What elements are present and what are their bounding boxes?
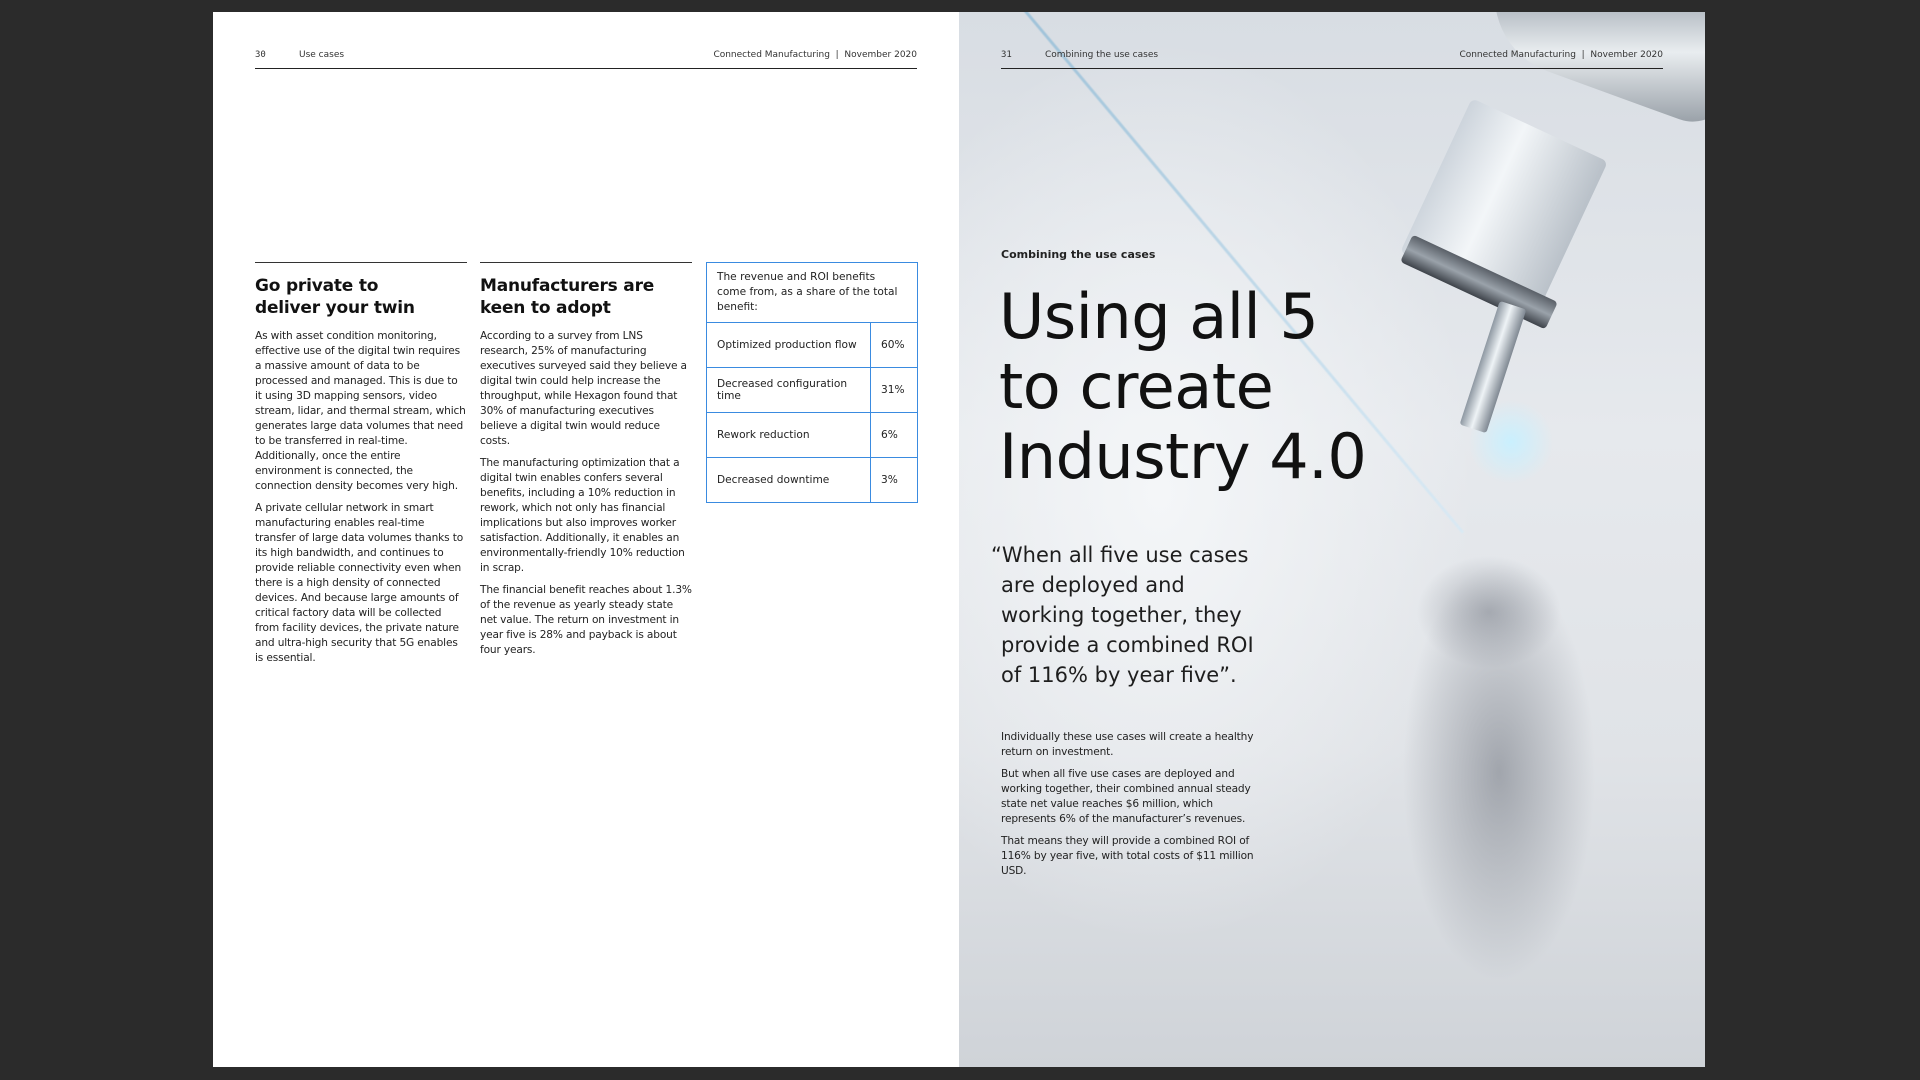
table-caption-row: The revenue and ROI benefits come from, … [706,262,918,323]
table-row: Decreased configuration time 31% [706,367,918,413]
body-text: Individually these use cases will create… [1001,730,1271,886]
table-caption: The revenue and ROI benefits come from, … [706,262,918,323]
row-value: 31% [870,367,918,413]
row-label: Decreased downtime [706,457,871,503]
publication-info: Connected Manufacturing | November 2020 [713,50,917,60]
section-name: Combining the use cases [1045,50,1159,60]
title-line: Industry 4.0 [999,420,1367,493]
table-row: Rework reduction 6% [706,412,918,458]
page-header: 30 Use cases Connected Manufacturing | N… [255,46,917,69]
quote-line: “When all five use cases [991,543,1249,567]
quote-line: provide a combined ROI [1001,633,1254,657]
section-name: Use cases [299,50,345,60]
article-column-private-twin: Go private to deliver your twin As with … [255,262,467,673]
page-number: 30 [255,50,266,60]
machine-nozzle-image [1459,300,1527,434]
section-kicker: Combining the use cases [1001,248,1156,261]
page-title: Using all 5 to create Industry 4.0 [999,280,1367,493]
table-row: Decreased downtime 3% [706,457,918,503]
title-line: to create [999,350,1274,423]
row-label: Optimized production flow [706,322,871,368]
column-heading: Manufacturers are keen to adopt [480,276,655,318]
quote-line: working together, they [1001,603,1242,627]
row-value: 6% [870,412,918,458]
pull-quote: “When all five use cases are deployed an… [991,540,1291,690]
paragraph: The financial benefit reaches about 1.3%… [480,584,692,656]
paragraph: A private cellular network in smart manu… [255,502,464,664]
paragraph: According to a survey from LNS research,… [480,330,687,447]
right-page: 31 Combining the use cases Connected Man… [959,12,1705,1067]
quote-line: are deployed and [1001,573,1185,597]
row-value: 3% [870,457,918,503]
row-value: 60% [870,322,918,368]
paragraph: Individually these use cases will create… [1001,731,1254,758]
publication-info: Connected Manufacturing | November 2020 [1459,50,1663,60]
paragraph: But when all five use cases are deployed… [1001,768,1251,825]
row-label: Rework reduction [706,412,871,458]
paragraph: As with asset condition monitoring, effe… [255,330,466,492]
quote-line: of 116% by year five”. [1001,663,1237,687]
page-number: 31 [1001,50,1012,60]
page-header: 31 Combining the use cases Connected Man… [1001,46,1663,69]
paragraph: That means they will provide a combined … [1001,835,1254,877]
left-page: 30 Use cases Connected Manufacturing | N… [213,12,959,1067]
column-heading: Go private to deliver your twin [255,276,415,318]
article-column-keen-to-adopt: Manufacturers are keen to adopt Accordin… [480,262,692,665]
title-line: Using all 5 [999,280,1319,353]
row-label: Decreased configuration time [706,367,871,413]
paragraph: The manufacturing optimization that a di… [480,457,685,574]
table-row: Optimized production flow 60% [706,322,918,368]
benefit-share-table: The revenue and ROI benefits come from, … [706,262,918,503]
